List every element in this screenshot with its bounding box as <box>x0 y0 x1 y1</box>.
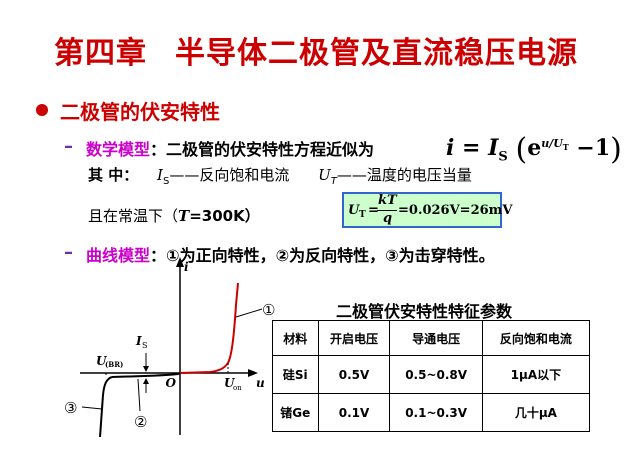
box-denominator: q <box>383 211 393 226</box>
iv-equation: i = IS (eu/UT −1) <box>446 132 622 167</box>
chapter-title: 半导体二极管及直流稳压电源 <box>175 36 578 71</box>
chapter-label: 第四章 <box>54 36 147 71</box>
is-desc: ——反向饱和电流 <box>169 166 290 184</box>
table-cell: 0.1V <box>317 393 391 432</box>
math-model-label: 数学模型 <box>86 140 151 159</box>
math-model-text: ：二极管的伏安特性方程近似为 <box>150 140 375 159</box>
table-cell: 锗Ge <box>272 393 319 432</box>
forward-curve <box>179 282 239 374</box>
equation-lhs: i = I <box>446 135 499 161</box>
i-axis-arrow <box>176 257 184 267</box>
parameter-table: 材料 开启电压 导通电压 反向饱和电流 硅Si 0.5V 0.5~0.8V 1μ… <box>272 320 591 432</box>
table-row: 硅Si 0.5V 0.5~0.8V 1μA以下 <box>272 355 591 394</box>
is-label-sub: S <box>142 341 147 350</box>
box-value: =0.026V=26mV <box>398 203 513 218</box>
where-label: 其 中： <box>88 166 139 184</box>
where-line: 其 中： IS——反向饱和电流 UT——温度的电压当量 <box>88 164 472 187</box>
axis-label-i: i <box>184 260 189 274</box>
table-row: 锗Ge 0.1V 0.1~0.3V 几十μA <box>272 393 591 432</box>
marker2-leader <box>137 378 141 412</box>
bullet-dot <box>36 104 48 116</box>
table-cell: 1μA以下 <box>481 355 591 394</box>
ut-desc: ——温度的电压当量 <box>336 166 472 184</box>
is-arrow-head <box>143 366 149 372</box>
table-header-row: 材料 开启电压 导通电压 反向饱和电流 <box>272 320 591 356</box>
col-header-turn-on-voltage: 开启电压 <box>317 320 391 356</box>
table-cell: 0.1~0.3V <box>389 393 483 432</box>
table-title: 二极管伏安特性特征参数 <box>336 302 513 321</box>
ut-symbol: U <box>318 166 331 184</box>
is-label: I <box>135 334 142 348</box>
uon-label-sub: on <box>233 384 242 392</box>
equation-exp-sub: T <box>562 141 569 152</box>
slide: 第四章 半导体二极管及直流稳压电源 二极管的伏安特性 – 数学模型：二极管的伏安特… <box>0 0 632 461</box>
col-header-conduction-voltage: 导通电压 <box>389 320 483 356</box>
origin-label: O <box>166 376 177 390</box>
room-temp-suffix: =300K） <box>189 207 260 225</box>
col-header-reverse-saturation-current: 反向饱和电流 <box>481 320 591 356</box>
equation-base: e <box>527 135 542 161</box>
room-temp-T: T <box>178 207 190 225</box>
box-lhs-sub: T <box>359 210 366 220</box>
table-cell: 硅Si <box>272 355 319 394</box>
thermal-voltage-box: U T = kT q =0.026V=26mV <box>342 192 513 228</box>
is-arrow-head-bottom <box>143 378 149 384</box>
section-heading: 二极管的伏安特性 <box>60 100 220 124</box>
equation-exp: u/U <box>541 136 563 150</box>
axis-label-u: u <box>256 376 265 390</box>
math-model-line: 数学模型：二极管的伏安特性方程近似为 <box>86 136 374 160</box>
marker1-leader <box>235 308 263 318</box>
dash-bullet: – <box>64 136 73 157</box>
table-cell: 0.5~0.8V <box>389 355 483 394</box>
marker-1: ① <box>262 301 275 319</box>
marker3-leader <box>81 406 103 410</box>
room-temp-prefix: 且在常温下（ <box>88 207 179 225</box>
marker-3: ③ <box>64 399 77 417</box>
equation-tail: −1 <box>576 135 611 161</box>
ubr-label-sub: (BR) <box>105 360 123 369</box>
box-numerator: kT <box>378 193 397 208</box>
slide-title: 第四章 半导体二极管及直流稳压电源 <box>0 28 632 72</box>
table-cell: 几十μA <box>481 393 591 432</box>
col-header-material: 材料 <box>272 320 319 356</box>
marker-2: ② <box>134 413 147 431</box>
box-lhs: U <box>348 203 360 218</box>
equation-sub: S <box>498 149 508 165</box>
room-temp-line: 且在常温下（T=300K） <box>88 205 260 226</box>
table-cell: 0.5V <box>317 355 391 394</box>
breakdown-curve <box>99 376 113 438</box>
